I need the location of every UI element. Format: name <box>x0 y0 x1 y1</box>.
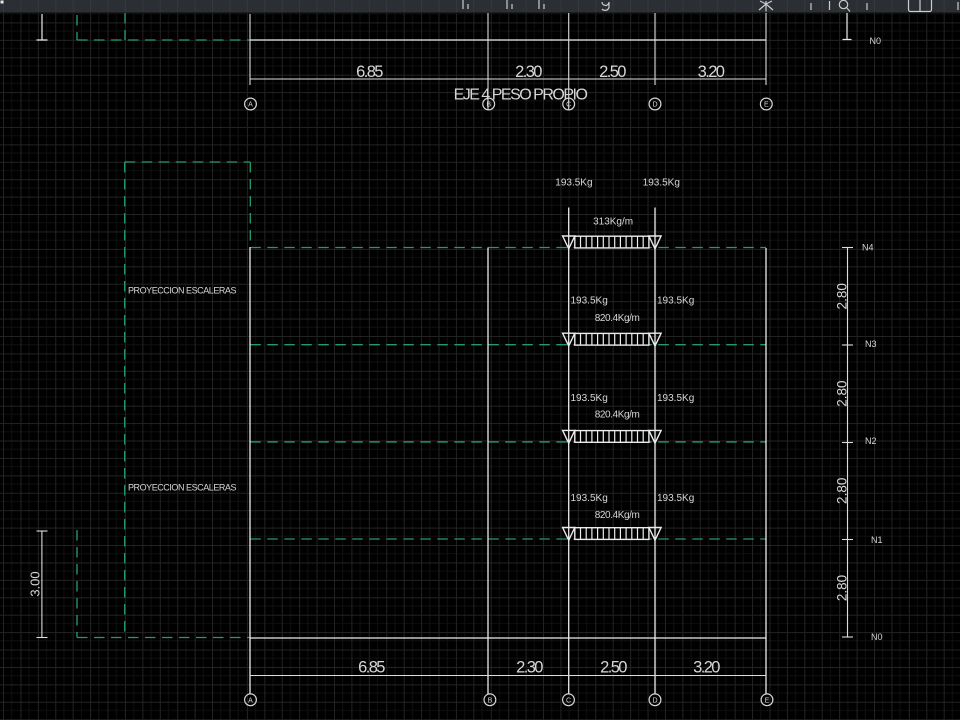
svg-text:D: D <box>652 697 657 704</box>
svg-text:820.4Kg/m: 820.4Kg/m <box>595 313 640 324</box>
svg-text:A: A <box>248 697 253 704</box>
svg-text:2.50: 2.50 <box>600 659 627 677</box>
svg-text:3.20: 3.20 <box>698 63 725 81</box>
svg-text:N0: N0 <box>871 632 883 642</box>
svg-text:193.5Kg: 193.5Kg <box>657 295 694 306</box>
svg-text:820.4Kg/m: 820.4Kg/m <box>595 410 640 421</box>
svg-text:N1: N1 <box>871 535 883 545</box>
svg-text:193.5Kg: 193.5Kg <box>571 493 608 504</box>
svg-text:2.50: 2.50 <box>599 63 626 81</box>
svg-text:N4: N4 <box>862 243 874 253</box>
svg-text:B: B <box>488 697 493 704</box>
svg-text:193.5Kg: 193.5Kg <box>643 177 680 188</box>
svg-text:D: D <box>652 102 657 109</box>
svg-text:C: C <box>566 697 571 704</box>
svg-text:2.80: 2.80 <box>834 478 849 504</box>
svg-text:E: E <box>764 102 769 109</box>
svg-text:N0: N0 <box>870 36 882 46</box>
svg-text:193.5Kg: 193.5Kg <box>657 393 694 404</box>
svg-text:313Kg/m: 313Kg/m <box>593 217 633 228</box>
svg-text:PROYECCION ESCALERAS: PROYECCION ESCALERAS <box>128 483 236 493</box>
svg-text:6.85: 6.85 <box>358 659 385 677</box>
svg-text:193.5Kg: 193.5Kg <box>571 295 608 306</box>
svg-text:193.5Kg: 193.5Kg <box>571 393 608 404</box>
svg-text:N3: N3 <box>865 339 877 349</box>
svg-text:2.30: 2.30 <box>515 63 542 81</box>
svg-text:820.4Kg/m: 820.4Kg/m <box>595 510 640 521</box>
svg-text:E: E <box>765 697 770 704</box>
svg-text:3.00: 3.00 <box>28 571 43 596</box>
svg-text:2.80: 2.80 <box>834 283 849 309</box>
svg-text:N2: N2 <box>865 436 877 446</box>
svg-text:A: A <box>248 102 253 109</box>
svg-text:B: B <box>486 102 491 109</box>
svg-text:2.80: 2.80 <box>834 575 849 601</box>
svg-text:C: C <box>566 102 571 109</box>
svg-text:193.5Kg: 193.5Kg <box>657 493 694 504</box>
svg-text:PROYECCION ESCALERAS: PROYECCION ESCALERAS <box>128 286 236 296</box>
svg-text:6.85: 6.85 <box>356 63 383 81</box>
svg-text:3.20: 3.20 <box>693 659 720 677</box>
svg-text:193.5Kg: 193.5Kg <box>555 177 592 188</box>
svg-text:2.80: 2.80 <box>834 380 849 406</box>
svg-text:2.30: 2.30 <box>516 659 543 677</box>
